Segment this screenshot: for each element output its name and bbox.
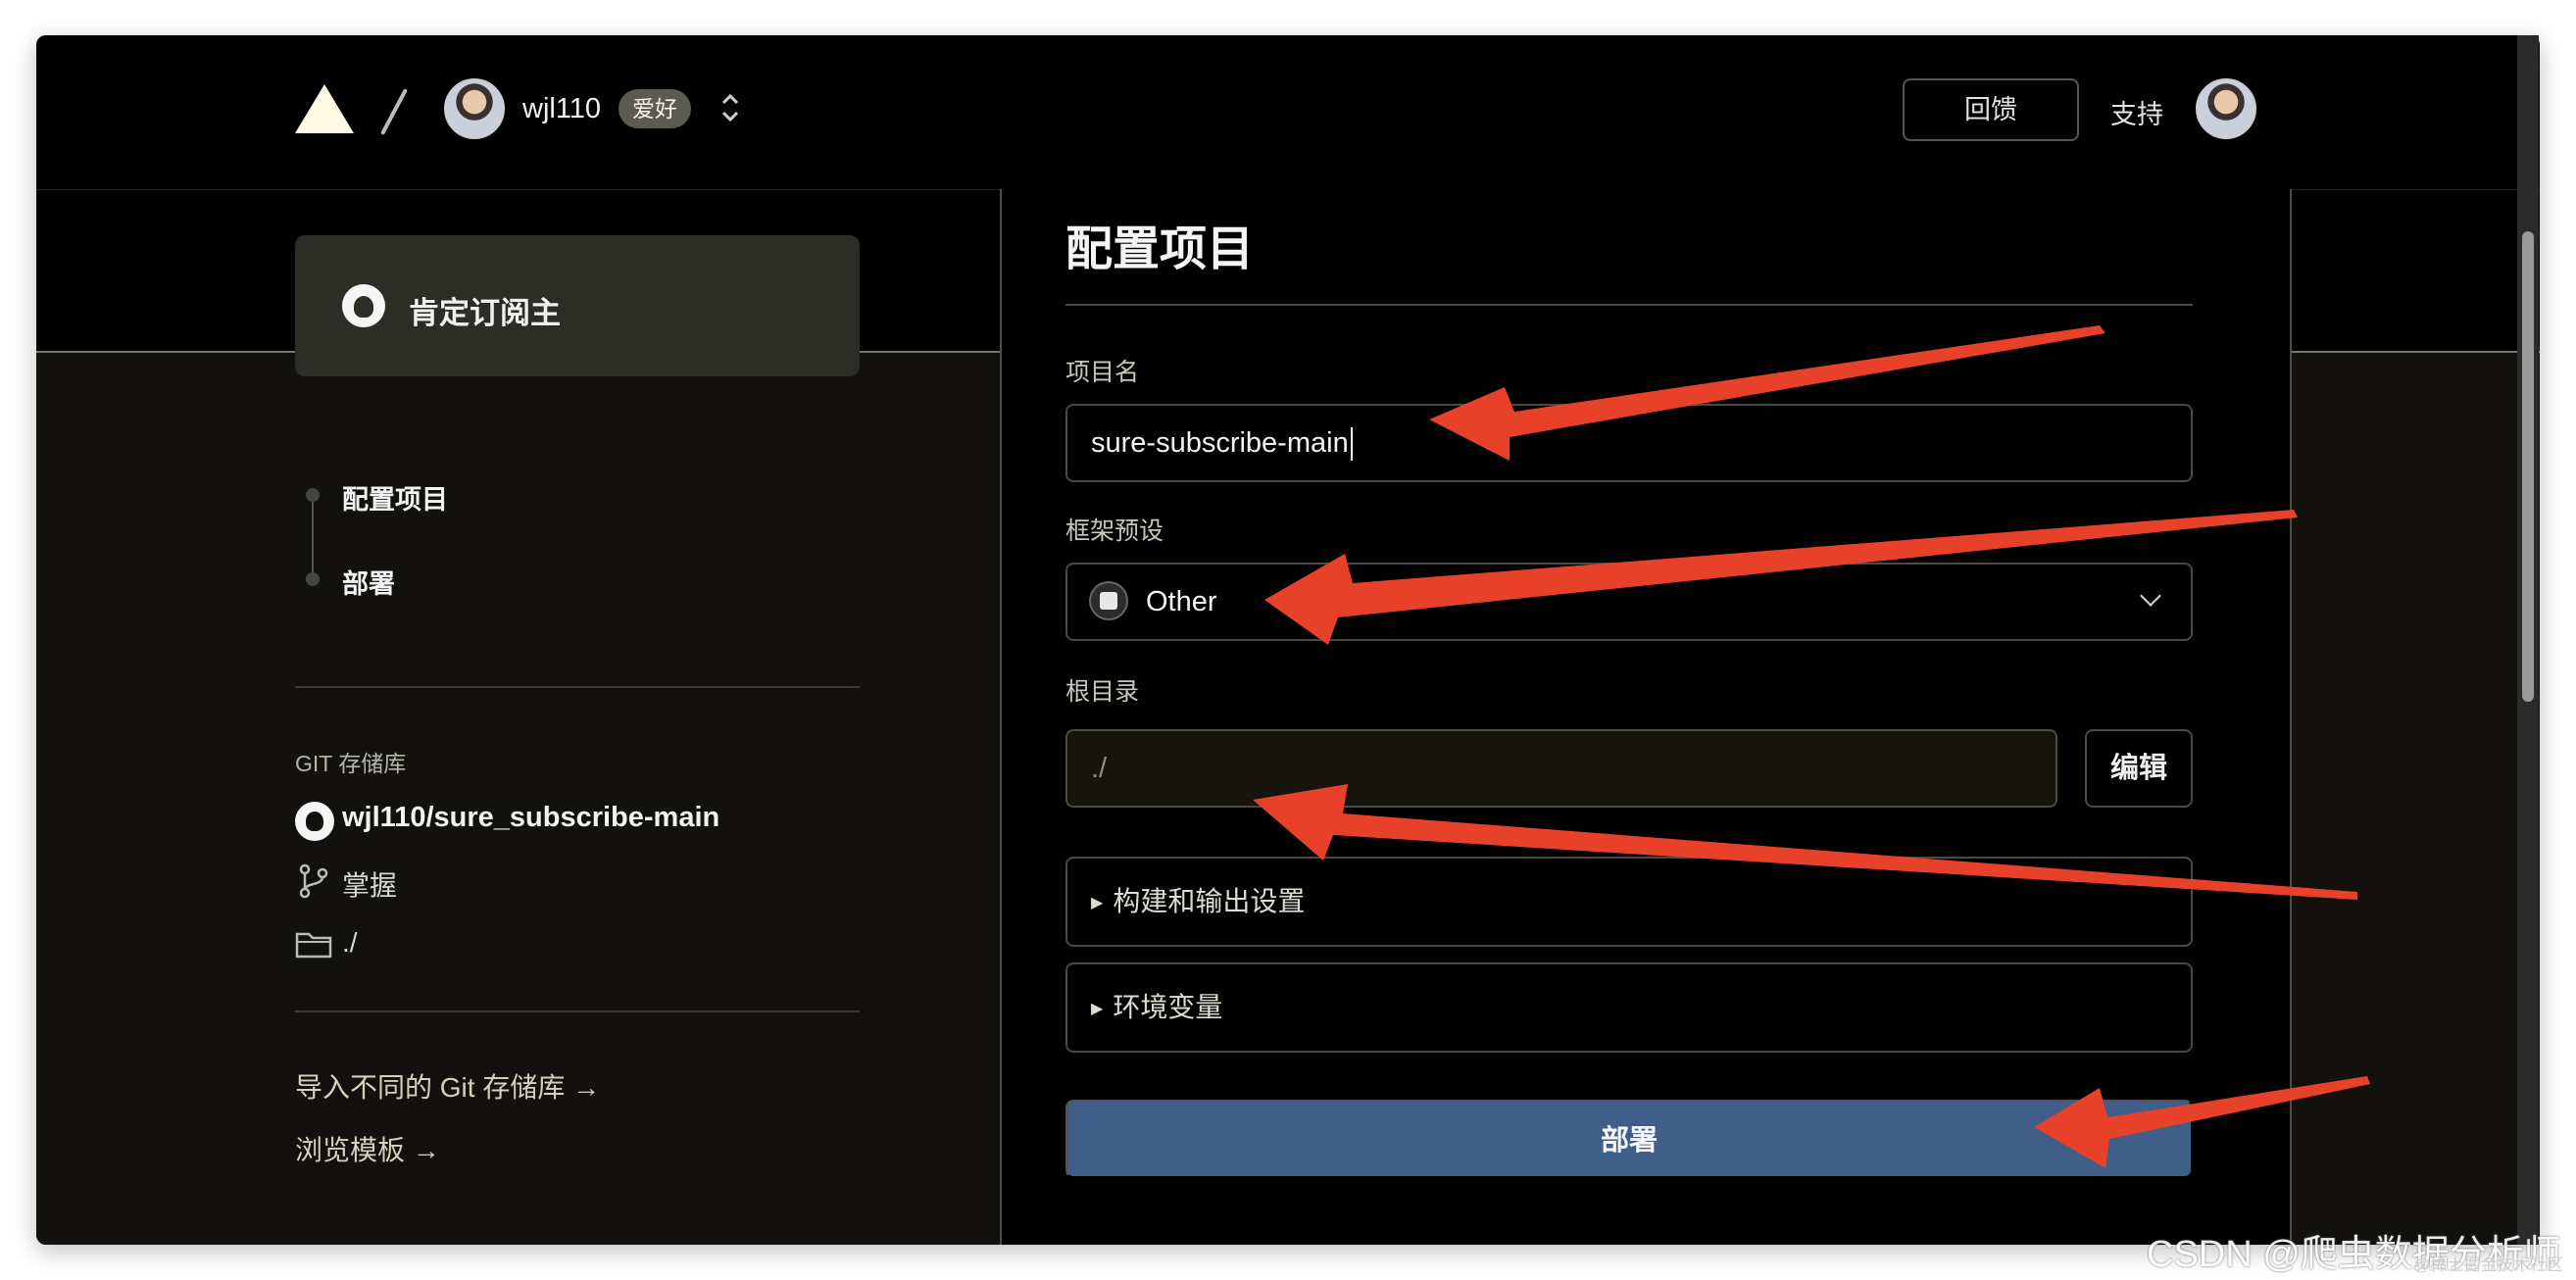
root-directory-label: 根目录: [1065, 678, 1140, 706]
step-configure-project: 配置项目: [342, 485, 448, 515]
browse-templates-link[interactable]: 浏览模板 →: [295, 1129, 440, 1168]
repo-name-link[interactable]: wjl110/sure_subscribe-main: [342, 802, 719, 834]
vercel-logo-icon[interactable]: [295, 84, 354, 133]
triangle-right-icon: ▶: [1091, 1000, 1104, 1017]
root-directory-input[interactable]: ./: [1065, 729, 2057, 808]
build-output-settings-label: 构建和输出设置: [1113, 886, 1306, 916]
team-username[interactable]: wjl110: [522, 93, 601, 125]
github-icon: [342, 284, 385, 327]
framework-preset-value: Other: [1146, 586, 1217, 617]
framework-other-icon: [1089, 581, 1128, 620]
build-output-settings-toggle[interactable]: ▶ 构建和输出设置: [1065, 857, 2193, 947]
sidebar-divider: [295, 1010, 860, 1012]
import-different-repo-link[interactable]: 导入不同的 Git 存储库 →: [295, 1066, 600, 1106]
page-title: 配置项目: [1065, 223, 1255, 275]
framework-preset-label: 框架预设: [1065, 517, 1164, 545]
edit-root-button[interactable]: 编辑: [2085, 729, 2193, 808]
configure-panel: [1000, 189, 2292, 1245]
step-deploy: 部署: [342, 569, 395, 599]
text-caret: [1350, 427, 1353, 462]
sidebar-divider: [295, 686, 860, 688]
feedback-button[interactable]: 回馈: [1903, 78, 2079, 141]
deploy-button[interactable]: 部署: [1065, 1100, 2193, 1178]
repo-card-title: 肯定订阅主: [409, 296, 561, 330]
step-dot-configure: [306, 488, 320, 502]
environment-variables-toggle[interactable]: ▶ 环境变量: [1065, 962, 2193, 1053]
top-navigation-bar: [36, 35, 2540, 189]
title-divider: [1065, 304, 2193, 306]
plan-badge: 爱好: [619, 89, 691, 128]
git-branch-icon: [297, 863, 330, 899]
framework-preset-select[interactable]: Other: [1065, 563, 2193, 641]
triangle-right-icon: ▶: [1091, 894, 1104, 911]
environment-variables-label: 环境变量: [1113, 992, 1223, 1022]
scrollbar-thumb[interactable]: [2522, 231, 2534, 702]
user-avatar[interactable]: [444, 78, 505, 139]
support-link[interactable]: 支持: [2110, 93, 2163, 131]
step-dot-deploy: [306, 572, 320, 586]
github-icon: [295, 802, 334, 841]
git-repo-heading: GIT 存储库: [295, 751, 407, 776]
branch-name: 掌握: [342, 870, 398, 901]
account-avatar[interactable]: [2196, 78, 2256, 139]
folder-icon: [295, 929, 332, 959]
watermark-juejin: @稀土掘金技术社区: [2413, 1255, 2564, 1274]
project-name-label: 项目名: [1065, 359, 1140, 386]
steps-connector: [312, 496, 314, 578]
root-directory-input-value: ./: [1091, 753, 1108, 784]
chevron-updown-icon[interactable]: [718, 90, 742, 127]
project-name-input[interactable]: sure-subscribe-main: [1065, 404, 2193, 482]
project-name-value: sure-subscribe-main: [1091, 427, 1349, 459]
root-directory-value: ./: [342, 927, 358, 958]
